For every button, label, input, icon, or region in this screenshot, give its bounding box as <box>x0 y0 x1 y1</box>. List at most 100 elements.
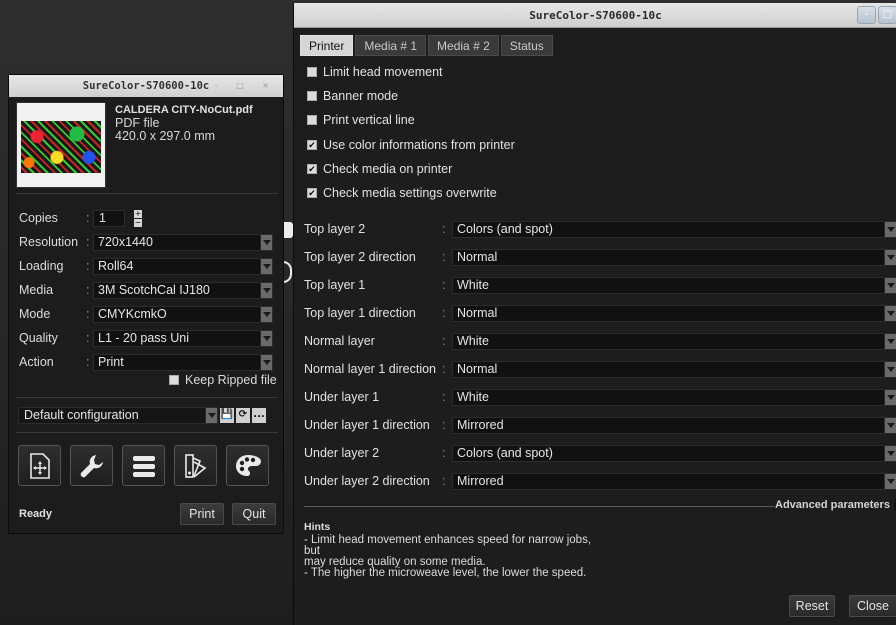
under-layer-1-select[interactable]: White <box>452 389 896 406</box>
print-vertical-line-checkbox[interactable]: Print vertical line <box>307 113 415 127</box>
colon: : <box>442 446 446 460</box>
decrement-icon[interactable]: − <box>134 219 142 227</box>
tools-button[interactable] <box>70 445 113 486</box>
printer-settings-titlebar[interactable]: SureColor-S70600-10c - □ <box>294 3 896 28</box>
quality-select[interactable]: L1 - 20 pass Uni <box>93 330 273 347</box>
colon: : <box>442 306 446 320</box>
resolution-select[interactable]: 720x1440 <box>93 234 273 251</box>
divider <box>304 506 774 507</box>
media-select[interactable]: 3M ScotchCal IJ180 <box>93 282 273 299</box>
divider <box>16 193 278 194</box>
use-color-info-checkbox[interactable]: ✔ Use color informations from printer <box>307 138 515 152</box>
tab-media-2[interactable]: Media # 2 <box>428 35 499 56</box>
chevron-down-icon[interactable] <box>260 283 272 298</box>
configuration-select[interactable]: Default configuration <box>18 407 218 424</box>
layer-label: Under layer 1 direction <box>304 418 430 432</box>
chevron-down-icon[interactable] <box>205 408 217 423</box>
layer-label: Top layer 2 <box>304 222 366 236</box>
normal-layer-select[interactable]: White <box>452 333 896 350</box>
under-layer-2-select[interactable]: Colors (and spot) <box>452 445 896 462</box>
chevron-down-icon[interactable] <box>884 474 896 489</box>
select-value: L1 - 20 pass Uni <box>98 331 190 345</box>
reset-button[interactable]: Reset <box>789 595 835 617</box>
minimize-button[interactable]: - <box>857 6 876 24</box>
top-layer-2-select[interactable]: Colors (and spot) <box>452 221 896 238</box>
color-swatch-button[interactable] <box>174 445 217 486</box>
chevron-down-icon[interactable] <box>260 331 272 346</box>
chevron-down-icon[interactable] <box>260 235 272 250</box>
window-controls[interactable]: - □ × <box>215 81 277 90</box>
checkmark-icon[interactable]: ✔ <box>307 140 317 150</box>
copies-stepper[interactable]: + − <box>134 210 142 227</box>
file-size: 420.0 x 297.0 mm <box>115 129 216 143</box>
under-layer-2-direction-select[interactable]: Mirrored <box>452 473 896 490</box>
chevron-down-icon[interactable] <box>884 278 896 293</box>
chevron-down-icon[interactable] <box>260 259 272 274</box>
thumbnail-image <box>21 121 101 173</box>
quit-button[interactable]: Quit <box>232 503 276 525</box>
advanced-parameters-toggle[interactable]: Advanced parameters+ <box>775 499 896 511</box>
chevron-down-icon[interactable] <box>884 222 896 237</box>
hints-panel: Hints - Limit head movement enhances spe… <box>304 522 634 579</box>
increment-icon[interactable]: + <box>134 210 142 218</box>
chevron-down-icon[interactable] <box>884 390 896 405</box>
mode-select[interactable]: CMYKcmkO <box>93 306 273 323</box>
save-config-button[interactable]: 💾 <box>220 408 234 423</box>
chevron-down-icon[interactable] <box>884 250 896 265</box>
print-job-titlebar[interactable]: SureColor-S70600-10c - □ × <box>9 75 283 97</box>
select-value: Normal <box>457 362 498 376</box>
checkbox-box[interactable] <box>169 375 179 385</box>
tab-media-1[interactable]: Media # 1 <box>355 35 427 56</box>
checkbox-label: Print vertical line <box>323 113 415 127</box>
checkmark-icon[interactable]: ✔ <box>307 188 317 198</box>
colon: : <box>442 418 446 432</box>
chevron-down-icon[interactable] <box>884 362 896 377</box>
chevron-down-icon[interactable] <box>884 306 896 321</box>
chevron-down-icon[interactable] <box>884 446 896 461</box>
colon: : <box>442 278 446 292</box>
print-button[interactable]: Print <box>180 503 224 525</box>
check-media-settings-overwrite-checkbox[interactable]: ✔ Check media settings overwrite <box>307 186 497 200</box>
top-layer-1-select[interactable]: White <box>452 277 896 294</box>
normal-layer-1-direction-select[interactable]: Normal <box>452 361 896 378</box>
maximize-button[interactable]: □ <box>878 6 896 24</box>
checkbox-box[interactable] <box>307 115 317 125</box>
select-value: White <box>457 278 489 292</box>
color-palette-button[interactable] <box>226 445 269 486</box>
action-select[interactable]: Print <box>93 354 273 371</box>
top-layer-2-direction-select[interactable]: Normal <box>452 249 896 266</box>
keep-ripped-file-checkbox[interactable]: Keep Ripped file <box>169 373 277 387</box>
list-icon <box>132 455 155 477</box>
under-layer-1-direction-select[interactable]: Mirrored <box>452 417 896 434</box>
tab-printer[interactable]: Printer <box>300 35 354 56</box>
copies-input[interactable]: 1 <box>93 210 125 227</box>
select-value: Normal <box>457 250 498 264</box>
check-media-on-printer-checkbox[interactable]: ✔ Check media on printer <box>307 162 452 176</box>
checkbox-box[interactable] <box>307 91 317 101</box>
select-value: Colors (and spot) <box>457 446 553 460</box>
checkmark-icon[interactable]: ✔ <box>307 164 317 174</box>
checkbox-label: Limit head movement <box>323 65 443 79</box>
tab-status[interactable]: Status <box>500 35 553 56</box>
chevron-down-icon[interactable] <box>260 307 272 322</box>
refresh-config-button[interactable]: ⟳ <box>236 408 250 423</box>
chevron-down-icon[interactable] <box>884 418 896 433</box>
chevron-down-icon[interactable] <box>260 355 272 370</box>
checkbox-box[interactable] <box>307 67 317 77</box>
top-layer-1-direction-select[interactable]: Normal <box>452 305 896 322</box>
close-button[interactable]: Close <box>849 595 896 617</box>
printer-settings-window: SureColor-S70600-10c - □ Printer Media #… <box>293 3 896 625</box>
select-value: Mirrored <box>457 474 504 488</box>
more-config-button[interactable]: ... <box>252 408 266 423</box>
colon: : <box>86 331 90 345</box>
banner-mode-checkbox[interactable]: Banner mode <box>307 89 398 103</box>
loading-select[interactable]: Roll64 <box>93 258 273 275</box>
queue-list-button[interactable] <box>122 445 165 486</box>
position-icon <box>29 452 50 479</box>
colon: : <box>86 211 90 225</box>
position-tool-button[interactable] <box>18 445 61 486</box>
chevron-down-icon[interactable] <box>884 334 896 349</box>
limit-head-movement-checkbox[interactable]: Limit head movement <box>307 65 443 79</box>
setting-label: Action <box>19 355 54 369</box>
colon: : <box>86 235 90 249</box>
